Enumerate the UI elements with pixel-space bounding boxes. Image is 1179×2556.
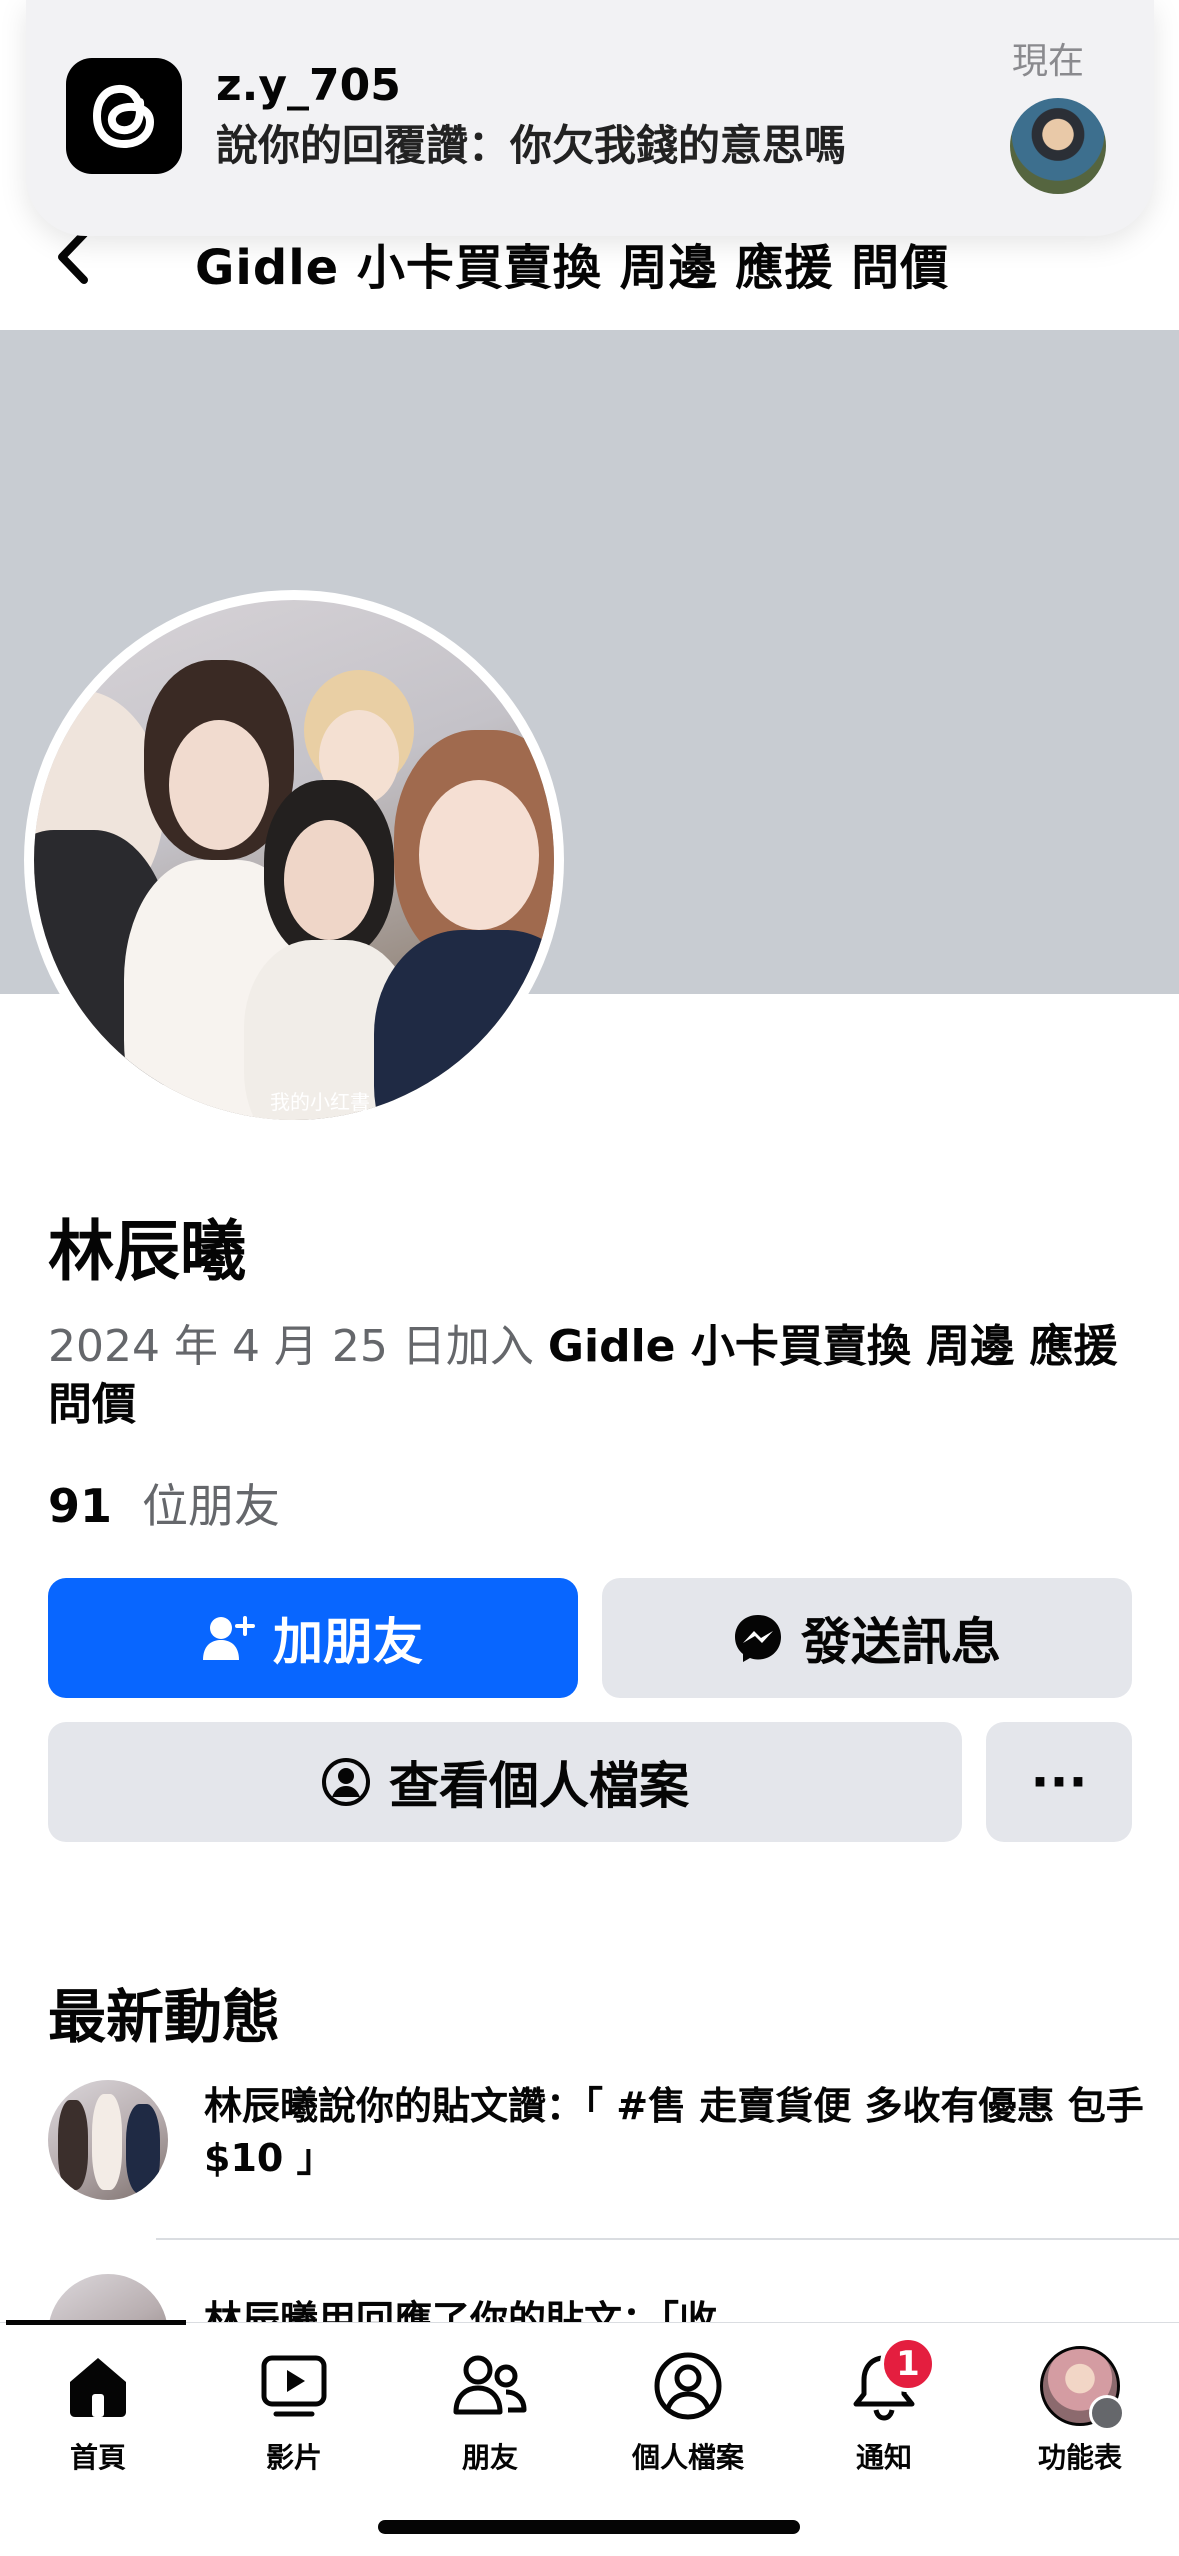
- more-options-button[interactable]: ···: [986, 1722, 1132, 1842]
- add-person-icon: [203, 1616, 255, 1660]
- notification-time: 現在: [1011, 41, 1084, 82]
- profile-avatar[interactable]: [34, 600, 554, 1120]
- activity-divider: [156, 2238, 1179, 2240]
- notification-badge: 1: [880, 2336, 936, 2392]
- video-icon: [254, 2346, 334, 2426]
- tab-friends[interactable]: 朋友: [392, 2346, 588, 2486]
- profile-icon: [648, 2346, 728, 2426]
- menu-avatar-icon: [1040, 2346, 1125, 2431]
- notification-username: z.y_705: [216, 60, 401, 111]
- tab-menu[interactable]: 功能表: [982, 2346, 1178, 2486]
- activity-item[interactable]: 林辰曦說你的貼文讚：「 #售 走賣貨便 多收有優惠 包手$10 」: [204, 2080, 1144, 2184]
- view-profile-label: 查看個人檔案: [389, 1757, 689, 1815]
- friends-number: 91: [48, 1479, 113, 1533]
- friends-label: 位朋友: [142, 1479, 281, 1533]
- tab-label: 影片: [265, 2441, 322, 2474]
- friends-icon: [450, 2346, 530, 2426]
- profile-name: 林辰曦: [48, 1213, 246, 1290]
- tab-home[interactable]: 首頁: [0, 2346, 196, 2486]
- home-indicator: [378, 2520, 800, 2534]
- activity-avatar: [48, 2080, 168, 2200]
- tab-label: 通知: [855, 2441, 912, 2474]
- friends-count[interactable]: 91 位朋友: [48, 1470, 280, 1536]
- view-profile-button[interactable]: 查看個人檔案: [48, 1722, 962, 1842]
- notification-banner[interactable]: z.y_705 說你的回覆讚：你欠我錢的意思嗎 現在: [26, 0, 1154, 236]
- messenger-icon: [735, 1615, 781, 1662]
- menu-lines-icon: [1089, 2395, 1125, 2431]
- notification-sender-avatar: [1010, 98, 1106, 194]
- threads-icon: [66, 58, 182, 174]
- tab-video[interactable]: 影片: [196, 2346, 392, 2486]
- page-title: Gidle 小卡買賣換 周邊 應援 問價: [195, 240, 950, 296]
- add-friend-button[interactable]: 加朋友: [48, 1578, 578, 1698]
- screen: Gidle 小卡買賣換 周邊 應援 問價 我的小红書 z.y_705 說你的回覆…: [0, 0, 1179, 2556]
- tab-label: 朋友: [461, 2441, 518, 2474]
- home-icon: [58, 2346, 138, 2426]
- tab-label: 功能表: [1037, 2441, 1122, 2474]
- more-options-label: ···: [1030, 1753, 1088, 1811]
- joined-date: 2024 年 4 月 25 日加入: [48, 1321, 534, 1372]
- add-friend-label: 加朋友: [273, 1613, 423, 1671]
- avatar-watermark: 我的小红書: [270, 1090, 370, 1114]
- tab-label: 個人檔案: [631, 2441, 744, 2474]
- tab-label: 首頁: [69, 2441, 126, 2474]
- notification-message: 說你的回覆讚：你欠我錢的意思嗎: [216, 121, 847, 170]
- joined-info: 2024 年 4 月 25 日加入 Gidle 小卡買賣換 周邊 應援 問價: [48, 1318, 1148, 1434]
- send-message-button[interactable]: 發送訊息: [602, 1578, 1132, 1698]
- recent-activity-title: 最新動態: [48, 1983, 281, 2051]
- profile-circle-icon: [322, 1758, 370, 1806]
- tab-profile[interactable]: 個人檔案: [590, 2346, 786, 2486]
- send-message-label: 發送訊息: [801, 1613, 1001, 1671]
- active-tab-indicator: [6, 2320, 186, 2325]
